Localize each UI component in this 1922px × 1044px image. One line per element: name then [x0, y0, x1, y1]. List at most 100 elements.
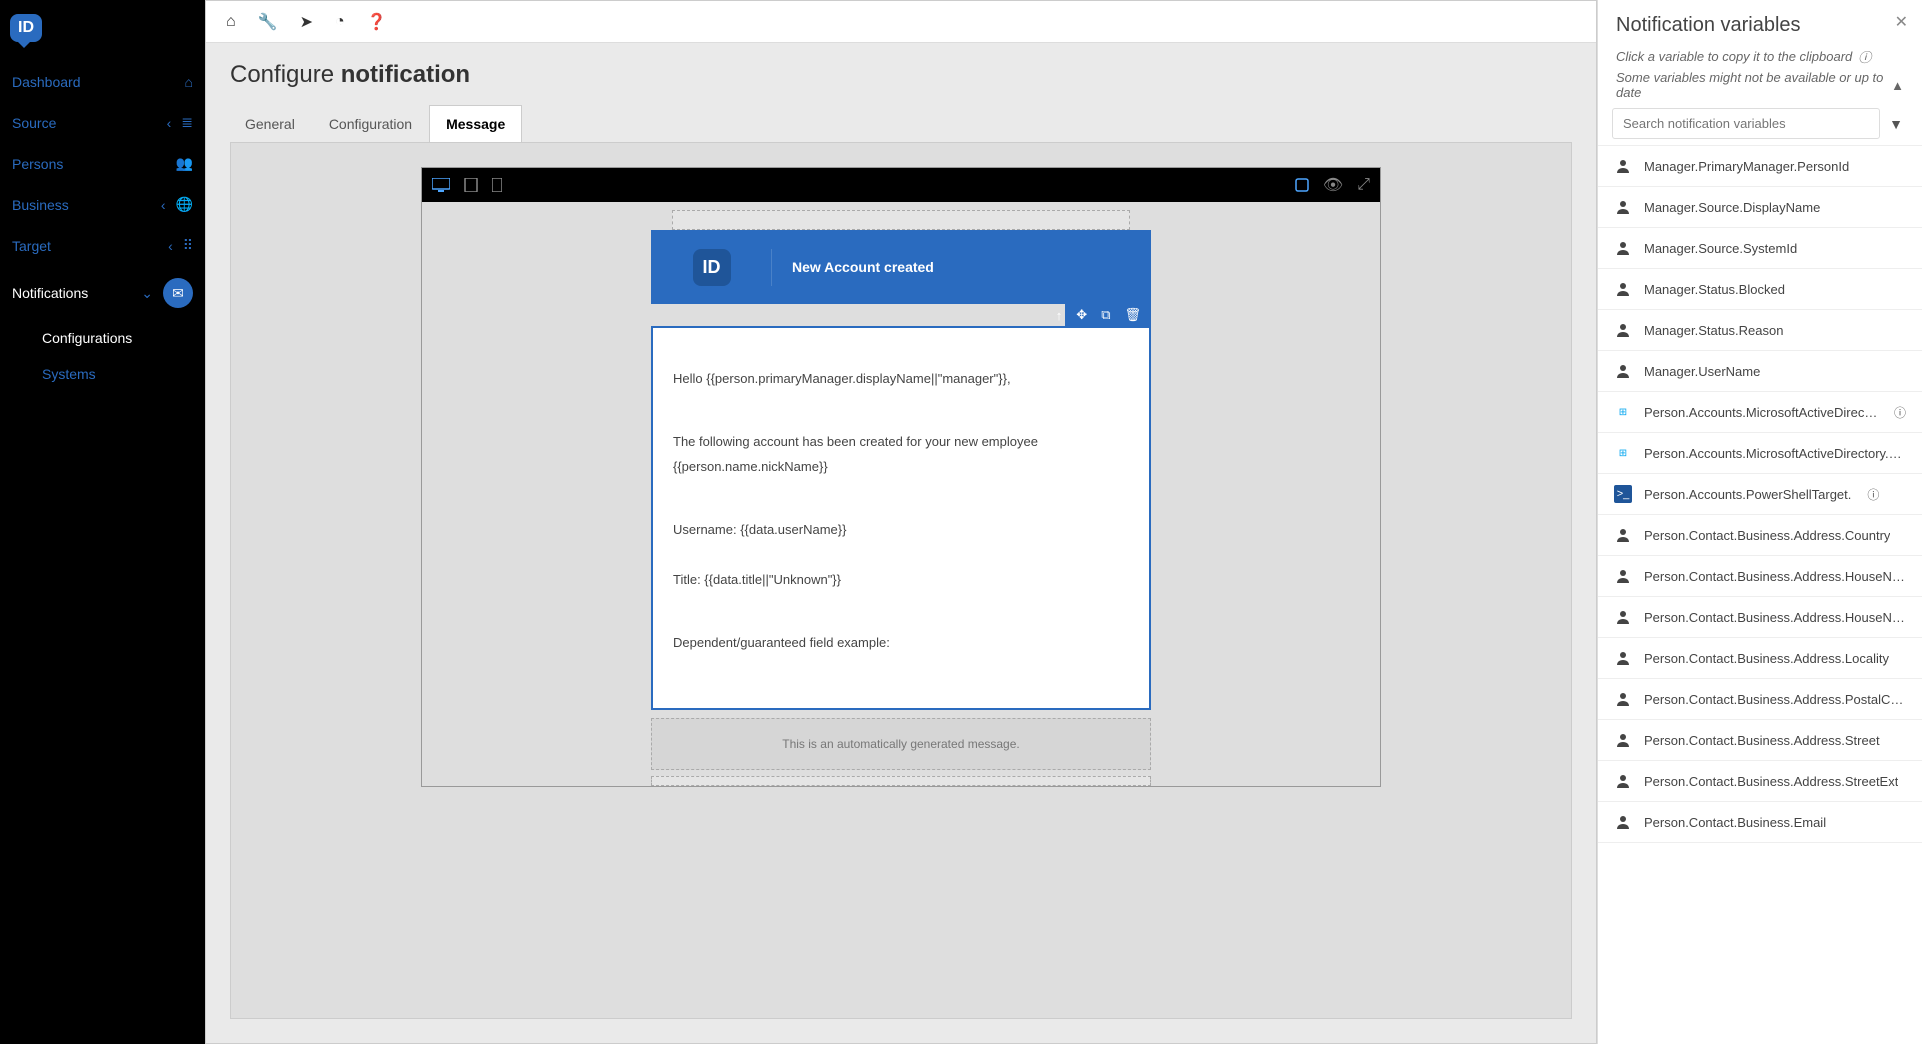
hint-text: Some variables might not be available or… — [1616, 70, 1885, 100]
eye-icon[interactable]: 👁 — [1323, 175, 1343, 195]
email-canvas: ID New Account created ↑ ✥ ⧉ 🗑 Hello {{p… — [651, 230, 1151, 786]
variable-item[interactable]: Person.Contact.Business.Address.Street — [1598, 720, 1922, 761]
sidebar-item-label: Source — [12, 115, 167, 131]
home-icon[interactable]: ⌂ — [226, 13, 236, 31]
variable-item[interactable]: Person.Contact.Business.Address.HouseNum… — [1598, 597, 1922, 638]
logo-badge: ID — [10, 14, 42, 42]
expand-icon[interactable]: ⤢ — [1357, 176, 1370, 194]
person-icon — [1614, 567, 1632, 585]
person-icon — [1614, 772, 1632, 790]
desktop-view-icon[interactable] — [432, 178, 450, 192]
variable-label: Person.Contact.Business.Address.StreetEx… — [1644, 774, 1898, 789]
person-icon — [1614, 239, 1632, 257]
panel-hint-copy: Click a variable to copy it to the clipb… — [1598, 43, 1922, 66]
sidebar-item-persons[interactable]: Persons 👥 — [0, 143, 205, 184]
sidebar-item-source[interactable]: Source ‹ ≣ — [0, 102, 205, 143]
variable-item[interactable]: Manager.PrimaryManager.PersonId — [1598, 146, 1922, 187]
variable-item[interactable]: Manager.UserName — [1598, 351, 1922, 392]
filter-icon[interactable]: ▼ — [1884, 116, 1908, 132]
globe-icon: 🌐 — [176, 196, 193, 213]
variable-label: Person.Contact.Business.Email — [1644, 815, 1826, 830]
variable-item[interactable]: Person.Contact.Business.Email — [1598, 802, 1922, 843]
sidebar-item-notifications[interactable]: Notifications ⌄ ✉ — [0, 266, 205, 320]
variable-item[interactable]: Person.Contact.Business.Address.Country — [1598, 515, 1922, 556]
hint-text: Click a variable to copy it to the clipb… — [1616, 49, 1852, 64]
tab-configuration[interactable]: Configuration — [312, 105, 429, 143]
person-icon — [1614, 813, 1632, 831]
variable-item[interactable]: ⊞ Person.Accounts.MicrosoftActiveDirector… — [1598, 392, 1922, 433]
sidebar-item-label: Target — [12, 238, 168, 254]
tab-message[interactable]: Message — [429, 105, 522, 143]
chevron-left-icon: ‹ — [161, 197, 166, 213]
person-icon — [1614, 526, 1632, 544]
search-input[interactable] — [1612, 108, 1880, 139]
variable-item[interactable]: Person.Contact.Business.Address.Locality — [1598, 638, 1922, 679]
variable-label: Manager.PrimaryManager.PersonId — [1644, 159, 1849, 174]
sidebar-subitem-systems[interactable]: Systems — [0, 356, 205, 392]
empty-bottom-slot[interactable] — [651, 776, 1151, 786]
variable-item[interactable]: Manager.Source.DisplayName — [1598, 187, 1922, 228]
move-up-icon[interactable]: ↑ — [1056, 308, 1063, 323]
help-icon[interactable]: ❓ — [367, 12, 387, 32]
email-footer-text: This is an automatically generated messa… — [782, 737, 1019, 751]
person-icon — [1614, 321, 1632, 339]
content: 👁 ⤢ ID New Account created ↑ ✥ ⧉ 🗑 — [230, 142, 1572, 1019]
variable-label: Person.Contact.Business.Address.Street — [1644, 733, 1880, 748]
empty-top-slot[interactable] — [672, 210, 1130, 230]
email-footer-block[interactable]: This is an automatically generated messa… — [651, 718, 1151, 770]
person-icon — [1614, 280, 1632, 298]
email-line: Hello {{person.primaryManager.displayNam… — [673, 367, 1129, 392]
email-line: Username: {{data.userName}} — [673, 518, 1129, 543]
variable-item[interactable]: Manager.Source.SystemId — [1598, 228, 1922, 269]
variable-list[interactable]: Manager.PrimaryManager.PersonId Manager.S… — [1598, 145, 1922, 1044]
send-icon[interactable]: ➤ — [300, 12, 313, 32]
bounds-icon[interactable] — [1295, 178, 1309, 192]
sidebar-item-dashboard[interactable]: Dashboard ⌂ — [0, 62, 205, 102]
main-area: ⌂ 🔧 ➤ ◔ ❓ Configure notification General… — [205, 0, 1597, 1044]
app-logo: ID — [0, 10, 205, 62]
tab-general[interactable]: General — [228, 105, 312, 143]
email-body-block[interactable]: Hello {{person.primaryManager.displayNam… — [651, 326, 1151, 710]
variable-label: Manager.Status.Blocked — [1644, 282, 1785, 297]
variable-label: Manager.Source.SystemId — [1644, 241, 1797, 256]
variable-item[interactable]: Person.Contact.Business.Address.PostalCo… — [1598, 679, 1922, 720]
email-editor: 👁 ⤢ ID New Account created ↑ ✥ ⧉ 🗑 — [421, 167, 1381, 787]
email-line: Dependent/guaranteed field example: — [673, 631, 1129, 656]
variable-item[interactable]: Manager.Status.Reason — [1598, 310, 1922, 351]
chevron-down-icon: ⌄ — [141, 285, 153, 302]
variable-item[interactable]: Manager.Status.Blocked — [1598, 269, 1922, 310]
editor-toolbar: 👁 ⤢ — [422, 168, 1380, 202]
variable-item[interactable]: Person.Contact.Business.Address.HouseNum… — [1598, 556, 1922, 597]
windows-icon: ⊞ — [1614, 403, 1632, 421]
email-line: The following account has been created f… — [673, 430, 1129, 479]
variable-item[interactable]: Person.Contact.Business.Address.StreetEx… — [1598, 761, 1922, 802]
person-icon — [1614, 198, 1632, 216]
copy-icon[interactable]: ⧉ — [1101, 307, 1110, 323]
variable-label: Person.Accounts.MicrosoftActiveDirectory… — [1644, 405, 1878, 420]
mobile-view-icon[interactable] — [492, 178, 502, 192]
variable-item[interactable]: ⊞Person.Accounts.MicrosoftActiveDirector… — [1598, 433, 1922, 474]
person-icon — [1614, 649, 1632, 667]
piechart-icon[interactable]: ◔ — [335, 13, 345, 31]
page-header: Configure notification — [206, 43, 1596, 95]
email-header-block[interactable]: ID New Account created — [651, 230, 1151, 304]
tablet-view-icon[interactable] — [464, 178, 478, 192]
close-icon[interactable]: ✕ — [1895, 12, 1908, 32]
variable-label: Person.Contact.Business.Address.Locality — [1644, 651, 1889, 666]
person-icon — [1614, 157, 1632, 175]
variable-item[interactable]: >_Person.Accounts.PowerShellTarget.ⓘ — [1598, 474, 1922, 515]
email-body-text[interactable]: Hello {{person.primaryManager.displayNam… — [653, 328, 1149, 708]
sidebar-item-target[interactable]: Target ‹ ⠿ — [0, 225, 205, 266]
wrench-icon[interactable]: 🔧 — [258, 12, 278, 32]
variables-panel: Notification variables ✕ Click a variabl… — [1597, 0, 1922, 1044]
powershell-icon: >_ — [1614, 485, 1632, 503]
person-icon — [1614, 362, 1632, 380]
move-icon[interactable]: ✥ — [1076, 307, 1087, 323]
sidebar-item-business[interactable]: Business ‹ 🌐 — [0, 184, 205, 225]
tabs: General Configuration Message — [206, 105, 1596, 143]
sidebar-subitem-configurations[interactable]: Configurations — [0, 320, 205, 356]
delete-icon[interactable]: 🗑 — [1124, 307, 1141, 323]
sidebar-item-label: Dashboard — [12, 74, 185, 90]
warning-icon: ▲ — [1891, 78, 1904, 93]
block-actions: ↑ ✥ ⧉ 🗑 — [1065, 304, 1151, 326]
